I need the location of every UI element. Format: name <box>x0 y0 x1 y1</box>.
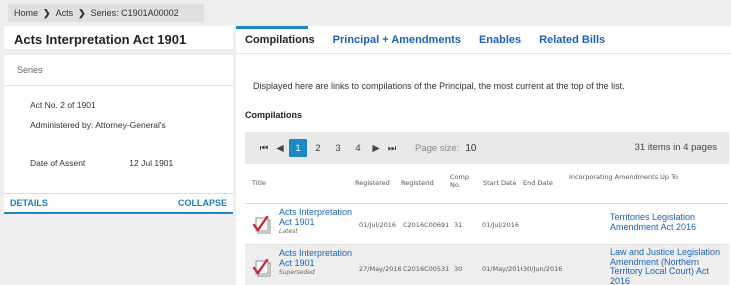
page-1-button[interactable]: 1 <box>289 139 307 157</box>
breadcrumb-series: Series: C1901A00002 <box>90 8 179 18</box>
tab-enables[interactable]: Enables <box>479 34 521 46</box>
main-content: Compilations Principal + Amendments Enab… <box>236 26 731 285</box>
col-comp-no[interactable]: Comp No. <box>450 173 470 189</box>
administered-by: Administered by: Attorney-General's <box>30 120 166 130</box>
date-of-assent: Date of Assent 12 Jul 1901 <box>30 158 211 168</box>
tab-principal-amendments[interactable]: Principal + Amendments <box>333 34 461 46</box>
registered-cell: 01/Jul/2016 <box>359 221 397 229</box>
act-details: Act No. 2 of 1901 Administered by: Attor… <box>4 86 233 193</box>
pager: ⏮ ◀ 1 2 3 4 ▶ ⏭ Page size: 10 31 items i… <box>245 132 729 164</box>
breadcrumb-home[interactable]: Home <box>14 8 38 18</box>
page-4-button[interactable]: 4 <box>349 139 367 157</box>
series-details-panel: Acts Interpretation Act 1901 Series Act … <box>4 26 233 285</box>
document-check-icon <box>253 216 271 234</box>
registered-cell: 27/May/2016 <box>359 265 401 273</box>
col-incorporating[interactable]: Incorporating Amendments Up To <box>569 173 724 181</box>
end-date-cell: 30/Jun/2016 <box>523 265 563 273</box>
tab-compilations[interactable]: Compilations <box>245 34 315 46</box>
col-registered[interactable]: Registered <box>355 179 390 187</box>
page-3-button[interactable]: 3 <box>329 139 347 157</box>
intro-text: Displayed here are links to compilations… <box>253 81 625 91</box>
status-label: Superseded <box>279 269 315 276</box>
table-row: Acts Interpretation Act 1901 Superseded … <box>245 245 729 285</box>
compilation-title-link[interactable]: Acts Interpretation Act 1901 <box>279 207 359 227</box>
act-title-box: Acts Interpretation Act 1901 <box>4 26 233 49</box>
compilation-title-link[interactable]: Acts Interpretation Act 1901 <box>279 248 359 268</box>
amendment-link[interactable]: Law and Justice Legislation Amendment (N… <box>610 247 726 285</box>
collapse-button[interactable]: COLLAPSE <box>178 198 227 208</box>
assent-value: 12 Jul 1901 <box>129 158 174 168</box>
title-cell: Acts Interpretation Act 1901 Latest <box>279 207 359 235</box>
register-id-cell: C2016C00531 <box>403 265 450 273</box>
breadcrumb-separator-icon: ❯ <box>78 8 86 18</box>
tab-related-bills[interactable]: Related Bills <box>539 34 605 46</box>
act-number: Act No. 2 of 1901 <box>30 100 96 110</box>
page-size-select[interactable]: 10 <box>465 143 476 154</box>
breadcrumb-acts[interactable]: Acts <box>56 8 74 18</box>
details-bar: DETAILS COLLAPSE <box>4 193 233 214</box>
amendment-link[interactable]: Territories Legislation Amendment Act 20… <box>610 212 726 232</box>
assent-label: Date of Assent <box>30 158 86 168</box>
tab-bar: Compilations Principal + Amendments Enab… <box>236 26 731 54</box>
col-title[interactable]: Title <box>252 179 266 187</box>
title-cell: Acts Interpretation Act 1901 Superseded <box>279 248 359 276</box>
section-title: Compilations <box>245 110 303 120</box>
act-title: Acts Interpretation Act 1901 <box>14 32 187 47</box>
items-info: 31 items in 4 pages <box>634 142 717 153</box>
comp-no-cell: 31 <box>454 221 463 229</box>
breadcrumb-separator-icon: ❯ <box>43 8 51 18</box>
col-start-date[interactable]: Start Date <box>483 179 516 187</box>
last-page-icon[interactable]: ⏭ <box>385 139 399 157</box>
prev-page-icon[interactable]: ◀ <box>273 139 287 157</box>
col-register-id[interactable]: RegisterId <box>401 179 434 187</box>
active-tab-indicator <box>236 26 308 29</box>
first-page-icon[interactable]: ⏮ <box>257 139 271 157</box>
register-id-cell: C2016C00691 <box>403 221 450 229</box>
page-2-button[interactable]: 2 <box>309 139 327 157</box>
start-date-cell: 01/May/2016 <box>482 265 522 273</box>
breadcrumb: Home ❯ Acts ❯ Series: C1901A00002 <box>8 4 204 22</box>
start-date-cell: 01/Jul/2016 <box>482 221 520 229</box>
table-row: Acts Interpretation Act 1901 Latest 01/J… <box>245 204 729 245</box>
table-header: Title Registered RegisterId Comp No. Sta… <box>245 166 729 204</box>
document-check-icon <box>253 259 271 277</box>
next-page-icon[interactable]: ▶ <box>369 139 383 157</box>
page-size-label: Page size: <box>415 142 460 154</box>
col-end-date[interactable]: End Date <box>523 179 553 187</box>
comp-no-cell: 30 <box>454 265 463 273</box>
compilations-table: Title Registered RegisterId Comp No. Sta… <box>245 166 729 285</box>
status-label: Latest <box>279 228 298 235</box>
details-label: DETAILS <box>10 198 48 208</box>
series-label: Series <box>4 55 233 86</box>
